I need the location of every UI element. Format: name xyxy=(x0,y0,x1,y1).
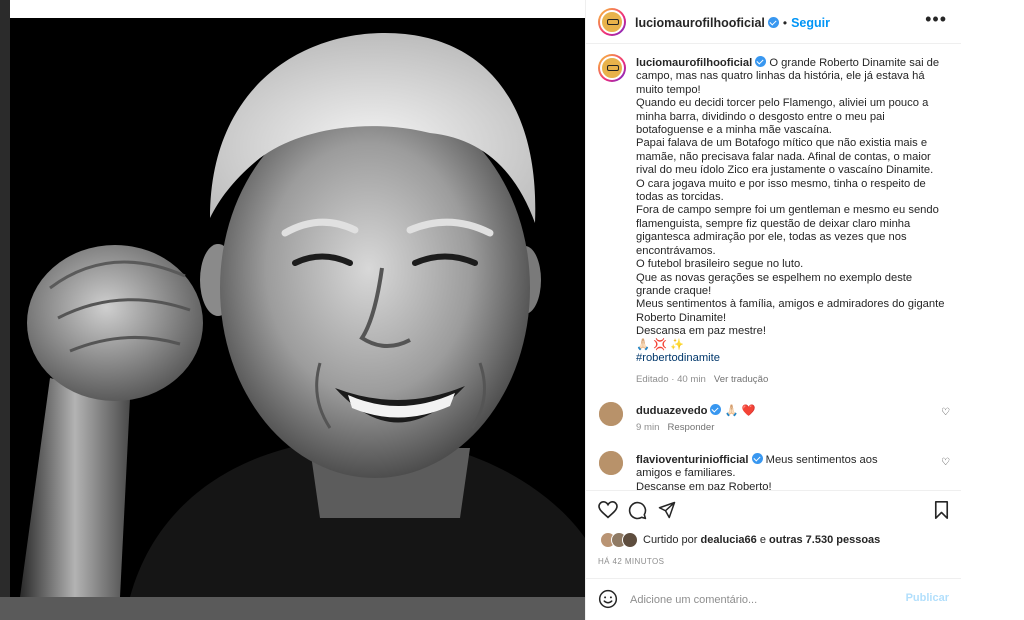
bookmark-icon[interactable] xyxy=(934,501,949,519)
comment-time: 9 min xyxy=(636,422,660,433)
comment-like-icon[interactable]: ♡ xyxy=(941,408,951,418)
post-photo[interactable] xyxy=(10,18,585,597)
verified-icon xyxy=(710,404,722,415)
caption-meta: Editado · 40 min Ver tradução xyxy=(636,374,769,385)
author-avatar[interactable] xyxy=(598,8,626,36)
comment-avatar[interactable] xyxy=(599,402,623,426)
hashtag-link[interactable]: #robertodinamite xyxy=(636,352,720,364)
more-icon[interactable]: ••• xyxy=(925,10,947,28)
comment-input[interactable] xyxy=(628,590,902,610)
comment-meta: 9 min Responder xyxy=(636,422,714,433)
caption-avatar[interactable] xyxy=(598,54,626,82)
comment-text: 🙏🏻 ❤️ xyxy=(724,405,756,417)
caption-username[interactable]: luciomaurofilhooficial xyxy=(636,57,752,69)
post-actions: Curtido por dealucia66 e outras 7.530 pe… xyxy=(586,490,961,578)
post-caption: luciomaurofilhooficial O grande Roberto … xyxy=(636,56,948,365)
add-comment-bar: Publicar xyxy=(586,578,961,620)
separator-dot: • xyxy=(782,16,788,30)
heart-icon[interactable] xyxy=(598,501,618,519)
liker-avatar[interactable] xyxy=(622,532,638,548)
verified-icon xyxy=(751,453,763,464)
post-header: luciomaurofilhooficial • Seguir ••• xyxy=(586,0,961,44)
post-sidebar: luciomaurofilhooficial • Seguir ••• luciom… xyxy=(585,0,961,620)
author-username[interactable]: luciomaurofilhooficial xyxy=(635,16,765,30)
backdrop-bottom xyxy=(0,597,585,620)
post-time[interactable]: HÁ 42 MINUTOS xyxy=(598,557,664,566)
comment-item: flavioventuriniofficial Meus sentimentos… xyxy=(636,453,906,490)
reply-button[interactable]: Responder xyxy=(667,422,714,433)
comment-username[interactable]: duduazevedo xyxy=(636,405,707,417)
header-author-line: luciomaurofilhooficial • Seguir xyxy=(635,14,830,32)
verified-icon xyxy=(767,17,779,28)
comment-icon[interactable] xyxy=(628,501,647,520)
emoji-icon[interactable] xyxy=(598,589,618,609)
comment-avatar[interactable] xyxy=(599,451,623,475)
likes-middle: e xyxy=(759,534,766,546)
comment-username[interactable]: flavioventuriniofficial xyxy=(636,454,749,466)
comments-list[interactable]: luciomaurofilhooficial O grande Roberto … xyxy=(586,44,961,490)
backdrop-right xyxy=(960,0,1024,620)
see-translation-link[interactable]: Ver tradução xyxy=(714,374,768,385)
edited-label: Editado xyxy=(636,374,669,385)
share-icon[interactable] xyxy=(658,501,676,519)
comment-item: duduazevedo 🙏🏻 ❤️ xyxy=(636,404,756,417)
likes-user[interactable]: dealucia66 xyxy=(700,534,756,546)
likes-summary[interactable]: Curtido por dealucia66 e outras 7.530 pe… xyxy=(643,534,880,546)
verified-icon xyxy=(755,56,767,67)
likes-others[interactable]: outras 7.530 pessoas xyxy=(769,534,880,546)
caption-body: O grande Roberto Dinamite sai de campo, … xyxy=(636,57,945,351)
follow-button[interactable]: Seguir xyxy=(791,16,830,30)
comment-like-icon[interactable]: ♡ xyxy=(941,458,951,468)
backdrop-left xyxy=(0,0,10,620)
edited-time: 40 min xyxy=(677,374,706,385)
likes-prefix: Curtido por xyxy=(643,534,698,546)
publish-button[interactable]: Publicar xyxy=(906,592,949,604)
